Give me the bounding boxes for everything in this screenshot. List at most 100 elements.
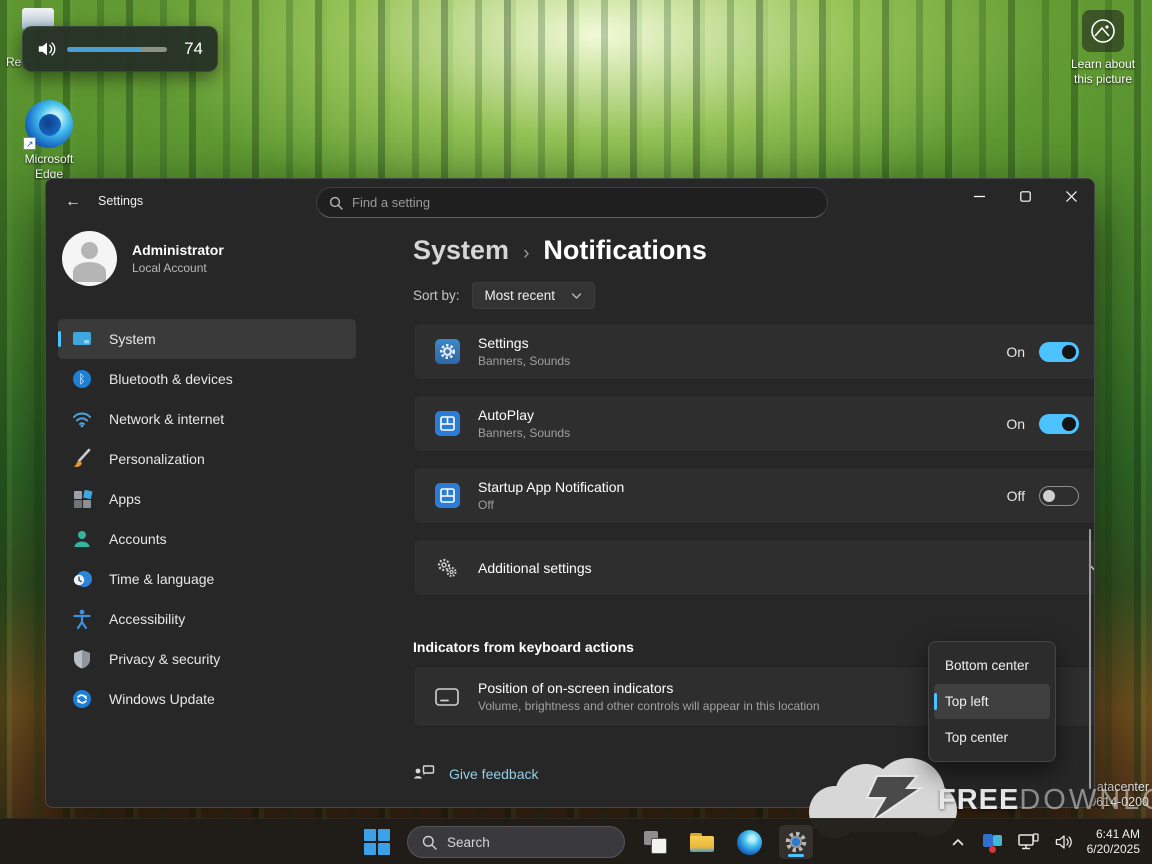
sort-dropdown[interactable]: Most recent xyxy=(472,282,596,309)
accessibility-icon xyxy=(71,608,93,630)
sidebar-item-label: Accounts xyxy=(109,531,167,547)
autoplay-app-icon xyxy=(435,411,460,436)
taskbar-clock[interactable]: 6:41 AM 6/20/2025 xyxy=(1087,827,1146,857)
sidebar-item-privacy[interactable]: Privacy & security xyxy=(58,639,356,679)
menu-item-top-left[interactable]: Top left xyxy=(934,684,1050,719)
network-tray-button[interactable] xyxy=(1015,825,1043,859)
autoplay-notifications-toggle[interactable] xyxy=(1039,414,1079,434)
volume-value: 74 xyxy=(177,39,203,59)
notification-row-startup[interactable]: Startup App Notification Off Off › xyxy=(413,467,1095,524)
settings-notifications-toggle[interactable] xyxy=(1039,342,1079,362)
sidebar-item-label: Windows Update xyxy=(109,691,215,707)
chevron-down-icon xyxy=(571,292,582,300)
back-button[interactable]: ← xyxy=(56,187,90,217)
sidebar-item-label: System xyxy=(109,331,156,347)
sidebar-item-network[interactable]: Network & internet xyxy=(58,399,356,439)
speaker-icon xyxy=(37,40,57,58)
volume-tray-button[interactable] xyxy=(1051,825,1079,859)
scrollbar[interactable] xyxy=(1089,529,1091,789)
row-subtitle: Off xyxy=(478,498,1007,512)
row-subtitle: Banners, Sounds xyxy=(478,426,1006,440)
sidebar-item-personalization[interactable]: Personalization xyxy=(58,439,356,479)
window-title: Settings xyxy=(98,194,143,208)
folder-icon xyxy=(690,833,714,852)
sidebar-item-accounts[interactable]: Accounts xyxy=(58,519,356,559)
startup-app-icon xyxy=(435,483,460,508)
ethernet-icon xyxy=(1018,833,1040,851)
sidebar-item-label: Time & language xyxy=(109,571,214,587)
taskbar-search[interactable]: Search xyxy=(407,826,625,858)
sort-row: Sort by: Most recent xyxy=(413,282,595,309)
bluetooth-icon: ᛒ xyxy=(71,368,93,390)
task-view-button[interactable] xyxy=(638,825,672,859)
file-explorer-button[interactable] xyxy=(685,825,719,859)
breadcrumb-root[interactable]: System xyxy=(413,235,509,266)
avatar xyxy=(62,231,117,286)
sidebar-item-system[interactable]: System xyxy=(58,319,356,359)
volume-slider[interactable] xyxy=(67,47,167,52)
sort-label: Sort by: xyxy=(413,288,460,303)
taskbar-search-label: Search xyxy=(447,835,490,850)
sidebar-item-label: Bluetooth & devices xyxy=(109,371,233,387)
taskbar: Search 6:41 AM 6/20/2025 xyxy=(0,818,1152,864)
toggle-state-label: On xyxy=(1006,344,1025,360)
account-card[interactable]: Administrator Local Account xyxy=(62,231,224,286)
section-heading: Indicators from keyboard actions xyxy=(413,639,634,655)
sidebar-item-windows-update[interactable]: Windows Update xyxy=(58,679,356,719)
tray-chevron-button[interactable] xyxy=(945,825,971,859)
sidebar-nav: System ᛒ Bluetooth & devices Network & i… xyxy=(58,319,356,719)
edge-icon xyxy=(737,830,762,855)
paintbrush-icon xyxy=(71,448,93,470)
sidebar-item-label: Privacy & security xyxy=(109,651,220,667)
tray-app-button[interactable] xyxy=(979,825,1007,859)
learn-about-label: Learn about this picture xyxy=(1060,57,1146,87)
breadcrumb-separator-icon: › xyxy=(523,243,529,265)
sidebar-item-bluetooth[interactable]: ᛒ Bluetooth & devices xyxy=(58,359,356,399)
desktop-icon-edge[interactable]: Microsoft Edge xyxy=(10,100,88,182)
row-title: AutoPlay xyxy=(478,407,1006,423)
notification-row-autoplay[interactable]: AutoPlay Banners, Sounds On › xyxy=(413,395,1095,452)
give-feedback-link[interactable]: Give feedback xyxy=(413,765,539,783)
sidebar-item-label: Accessibility xyxy=(109,611,185,627)
sidebar-item-apps[interactable]: Apps xyxy=(58,479,356,519)
row-subtitle: Banners, Sounds xyxy=(478,354,1006,368)
clock-globe-icon xyxy=(71,568,93,590)
desktop: Rec Microsoft Edge Learn about this pict… xyxy=(0,0,1152,864)
tray-app-icon xyxy=(982,831,1004,853)
person-icon xyxy=(71,528,93,550)
sidebar-item-accessibility[interactable]: Accessibility xyxy=(58,599,356,639)
row-title: Settings xyxy=(478,335,1006,351)
search-icon xyxy=(422,835,437,850)
row-title: Startup App Notification xyxy=(478,479,1007,495)
picture-icon xyxy=(1082,10,1124,52)
desktop-icon-learn-about-picture[interactable]: Learn about this picture xyxy=(1060,10,1146,87)
account-type: Local Account xyxy=(132,261,224,275)
volume-flyout: 74 xyxy=(22,26,218,72)
speaker-icon xyxy=(1055,834,1074,850)
toggle-state-label: Off xyxy=(1007,488,1025,504)
additional-settings-row[interactable]: Additional settings xyxy=(413,539,1095,596)
sidebar-item-time-language[interactable]: Time & language xyxy=(58,559,356,599)
update-icon xyxy=(71,688,93,710)
feedback-icon xyxy=(413,765,435,783)
shortcut-arrow-icon xyxy=(23,137,36,150)
gear-icon xyxy=(784,830,808,854)
start-button[interactable] xyxy=(360,825,394,859)
notification-row-settings[interactable]: Settings Banners, Sounds On › xyxy=(413,323,1095,380)
edge-taskbar-button[interactable] xyxy=(732,825,766,859)
edition-watermark-line2: 0614-0200 xyxy=(1089,795,1149,810)
give-feedback-label: Give feedback xyxy=(449,766,539,782)
startup-notifications-toggle[interactable] xyxy=(1039,486,1079,506)
shield-icon xyxy=(71,648,93,670)
edition-watermark: atacenter 0614-0200 xyxy=(1089,780,1149,810)
on-screen-indicator-icon xyxy=(434,684,460,710)
menu-item-top-center[interactable]: Top center xyxy=(934,720,1050,755)
breadcrumb: System › Notifications xyxy=(413,235,707,266)
settings-taskbar-button[interactable] xyxy=(779,825,813,859)
sort-value: Most recent xyxy=(485,288,556,303)
row-title: Additional settings xyxy=(478,560,1088,576)
chevron-up-icon xyxy=(952,838,964,846)
menu-item-bottom-center[interactable]: Bottom center xyxy=(934,648,1050,683)
sidebar-item-label: Personalization xyxy=(109,451,205,467)
toggle-state-label: On xyxy=(1006,416,1025,432)
